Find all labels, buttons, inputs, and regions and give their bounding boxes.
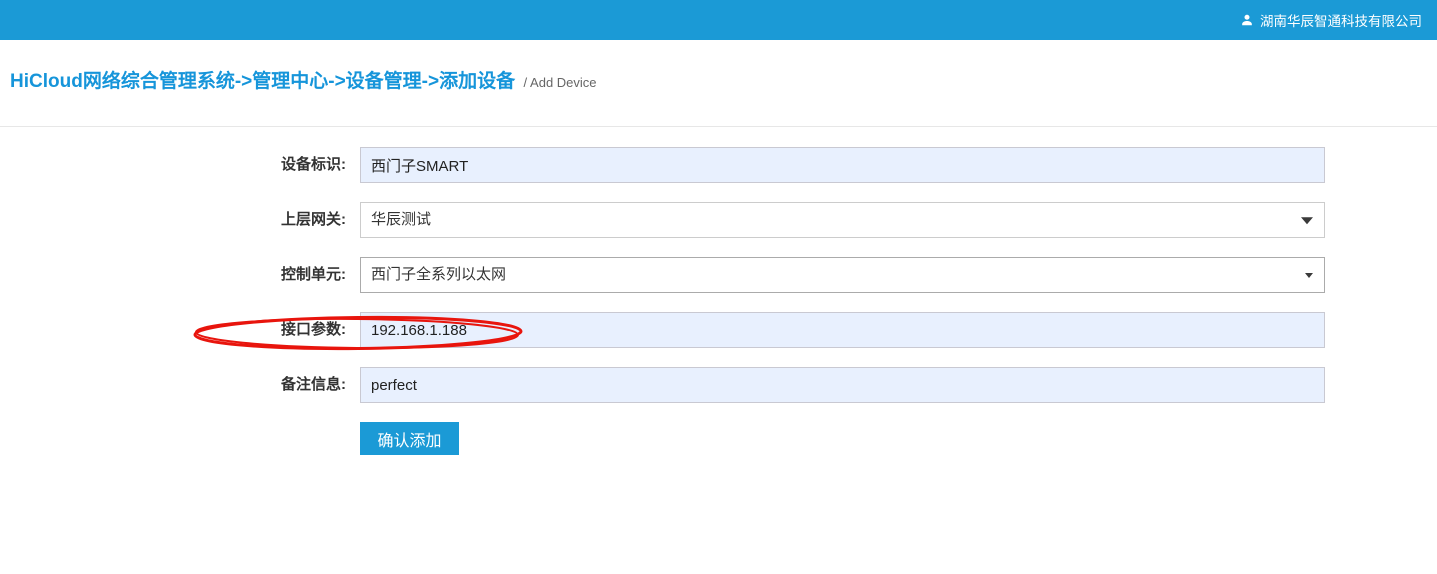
remark-input[interactable] — [360, 367, 1325, 403]
user-account-menu[interactable]: 湖南华辰智通科技有限公司 — [1240, 10, 1422, 30]
chevron-down-icon — [1301, 217, 1313, 224]
form-row-gateway: 上层网关: 华辰测试 — [0, 202, 1437, 238]
submit-row: 确认添加 — [360, 422, 1437, 455]
add-device-form: 设备标识: 上层网关: 华辰测试 控制单元: 西门子全系列以太网 接口参数: 备 — [0, 147, 1437, 455]
top-bar: 湖南华辰智通科技有限公司 — [0, 0, 1437, 40]
gateway-selected-value: 华辰测试 — [371, 211, 431, 228]
control-unit-select[interactable]: 西门子全系列以太网 — [360, 257, 1325, 293]
user-icon — [1240, 13, 1254, 27]
gateway-control: 华辰测试 — [360, 202, 1325, 238]
device-id-control — [360, 147, 1325, 183]
breadcrumb-suffix: / Add Device — [524, 75, 597, 90]
breadcrumb-bar: HiCloud网络综合管理系统->管理中心->设备管理->添加设备 / Add … — [0, 40, 1437, 127]
gateway-select[interactable]: 华辰测试 — [360, 202, 1325, 238]
device-id-input[interactable] — [360, 147, 1325, 183]
interface-params-label: 接口参数: — [0, 312, 346, 348]
confirm-add-button[interactable]: 确认添加 — [360, 422, 459, 455]
control-unit-selected-value: 西门子全系列以太网 — [371, 266, 506, 283]
device-id-label: 设备标识: — [0, 147, 346, 183]
form-row-remark: 备注信息: — [0, 367, 1437, 403]
interface-params-control — [360, 312, 1325, 348]
remark-control — [360, 367, 1325, 403]
breadcrumb[interactable]: HiCloud网络综合管理系统->管理中心->设备管理->添加设备 — [10, 66, 515, 93]
control-unit-label: 控制单元: — [0, 257, 346, 293]
form-row-interface-params: 接口参数: — [0, 312, 1437, 348]
gateway-label: 上层网关: — [0, 202, 346, 238]
form-row-device-id: 设备标识: — [0, 147, 1437, 183]
form-row-control-unit: 控制单元: 西门子全系列以太网 — [0, 257, 1437, 293]
company-name: 湖南华辰智通科技有限公司 — [1260, 10, 1422, 30]
interface-params-input[interactable] — [360, 312, 1325, 348]
control-unit-control: 西门子全系列以太网 — [360, 257, 1325, 293]
chevron-down-icon — [1305, 273, 1313, 278]
remark-label: 备注信息: — [0, 367, 346, 403]
